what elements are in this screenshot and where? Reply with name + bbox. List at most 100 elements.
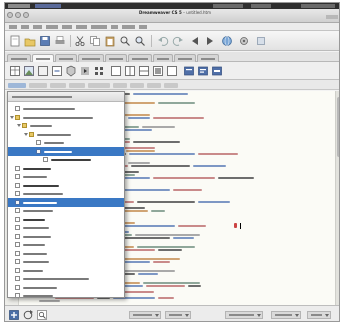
window-size-select[interactable]	[225, 311, 263, 319]
tab-styles[interactable]	[29, 83, 47, 88]
minimize-window-button[interactable]	[15, 12, 21, 18]
find-icon[interactable]	[119, 35, 131, 47]
menu-help[interactable]	[139, 25, 147, 29]
file-icon	[15, 191, 20, 196]
expand-arrow-icon[interactable]	[24, 132, 28, 136]
refresh-icon[interactable]	[211, 65, 223, 77]
back-icon[interactable]	[189, 35, 201, 47]
extension-icon[interactable]	[255, 35, 267, 47]
new-document-icon[interactable]	[9, 35, 21, 47]
insert-form-icon[interactable]	[65, 65, 77, 77]
tab-snippets[interactable]	[88, 83, 110, 88]
grid-icon[interactable]	[93, 65, 105, 77]
tab-files[interactable]	[113, 83, 127, 88]
zoom-select[interactable]	[165, 311, 191, 319]
media-icon[interactable]	[79, 65, 91, 77]
insert-table-icon[interactable]	[9, 65, 21, 77]
menu-format[interactable]	[76, 25, 87, 29]
tab-css[interactable]	[130, 83, 144, 88]
check-icon[interactable]	[197, 65, 209, 77]
os-status-item[interactable]	[213, 4, 243, 8]
zoom-window-button[interactable]	[23, 12, 29, 18]
browse-icon[interactable]	[221, 35, 233, 47]
save-icon[interactable]	[39, 35, 51, 47]
code-view-icon[interactable]	[110, 65, 122, 77]
menu-view[interactable]	[33, 25, 42, 29]
file-tree-row[interactable]	[8, 291, 124, 297]
file-tree-label	[44, 142, 64, 144]
tab-spry[interactable]	[105, 54, 127, 62]
menu-insert[interactable]	[46, 25, 58, 29]
menu-commands[interactable]	[91, 25, 107, 29]
expand-arrow-icon[interactable]	[10, 115, 14, 119]
refresh-icon[interactable]	[22, 309, 34, 321]
file-icon	[15, 106, 20, 111]
print-icon[interactable]	[54, 35, 66, 47]
expand-arrow-icon[interactable]	[17, 124, 21, 127]
os-window-menu[interactable]	[35, 4, 61, 8]
settings-icon[interactable]	[238, 35, 250, 47]
insert-toolbar	[5, 62, 339, 80]
menu-site[interactable]	[111, 25, 118, 29]
forward-icon[interactable]	[204, 35, 216, 47]
code-text-line	[129, 153, 195, 155]
insert-image-icon[interactable]	[23, 65, 35, 77]
redo-icon[interactable]	[172, 35, 184, 47]
tab-common[interactable]	[7, 54, 31, 62]
scrollbar-thumb[interactable]	[337, 97, 339, 157]
file-tree-label	[23, 286, 57, 289]
os-app-menu[interactable]	[8, 4, 30, 8]
encoding-select[interactable]	[129, 311, 161, 319]
tab-favorites[interactable]	[174, 54, 196, 62]
split-view-icon[interactable]	[124, 65, 136, 77]
tab-scripts[interactable]	[50, 83, 66, 88]
file-tree-label	[23, 269, 43, 272]
download-time-select[interactable]	[271, 311, 301, 319]
zoom-icon[interactable]	[134, 35, 146, 47]
tab-extras[interactable]	[197, 54, 219, 62]
add-icon[interactable]	[8, 309, 20, 321]
file-tree-label	[30, 125, 52, 127]
tab-assets[interactable]	[69, 83, 85, 88]
tab-source[interactable]	[8, 83, 26, 88]
tab-text[interactable]	[153, 54, 173, 62]
editor-vertical-scrollbar[interactable]	[335, 91, 339, 305]
live-view-icon[interactable]	[152, 65, 164, 77]
file-icon	[15, 293, 20, 297]
copy-icon[interactable]	[89, 35, 101, 47]
file-tree-label	[23, 210, 53, 212]
code-text-line	[218, 177, 254, 179]
menu-window[interactable]	[122, 25, 135, 29]
tab-layout[interactable]	[32, 54, 54, 62]
cut-icon[interactable]	[74, 35, 86, 47]
search-icon[interactable]	[36, 309, 48, 321]
line-ending-select[interactable]	[307, 311, 331, 319]
undo-icon[interactable]	[157, 35, 169, 47]
close-window-button[interactable]	[7, 12, 13, 18]
file-tree-label	[23, 108, 75, 110]
file-icon	[36, 148, 41, 154]
folder-icon	[29, 131, 34, 137]
file-icon	[15, 233, 20, 239]
file-icon	[15, 259, 20, 264]
tab-ap[interactable]	[164, 83, 178, 88]
menu-file[interactable]	[9, 25, 17, 29]
tab-incontext[interactable]	[128, 54, 152, 62]
validate-icon[interactable]	[183, 65, 195, 77]
code-text-line	[158, 249, 182, 251]
toolbar-toggle[interactable]	[326, 15, 338, 19]
insert-div-icon[interactable]	[37, 65, 49, 77]
menu-modify[interactable]	[62, 25, 72, 29]
os-status-item[interactable]	[251, 4, 271, 8]
insert-link-icon[interactable]	[51, 65, 63, 77]
tab-data[interactable]	[78, 54, 104, 62]
file-icon	[15, 250, 20, 256]
design-view-icon[interactable]	[138, 65, 150, 77]
breakpoint-marker[interactable]	[234, 223, 237, 228]
tab-tag[interactable]	[147, 83, 161, 88]
tab-forms[interactable]	[55, 54, 77, 62]
preview-icon[interactable]	[166, 65, 178, 77]
menu-edit[interactable]	[21, 25, 29, 29]
open-folder-icon[interactable]	[24, 35, 36, 47]
paste-icon[interactable]	[104, 35, 116, 47]
